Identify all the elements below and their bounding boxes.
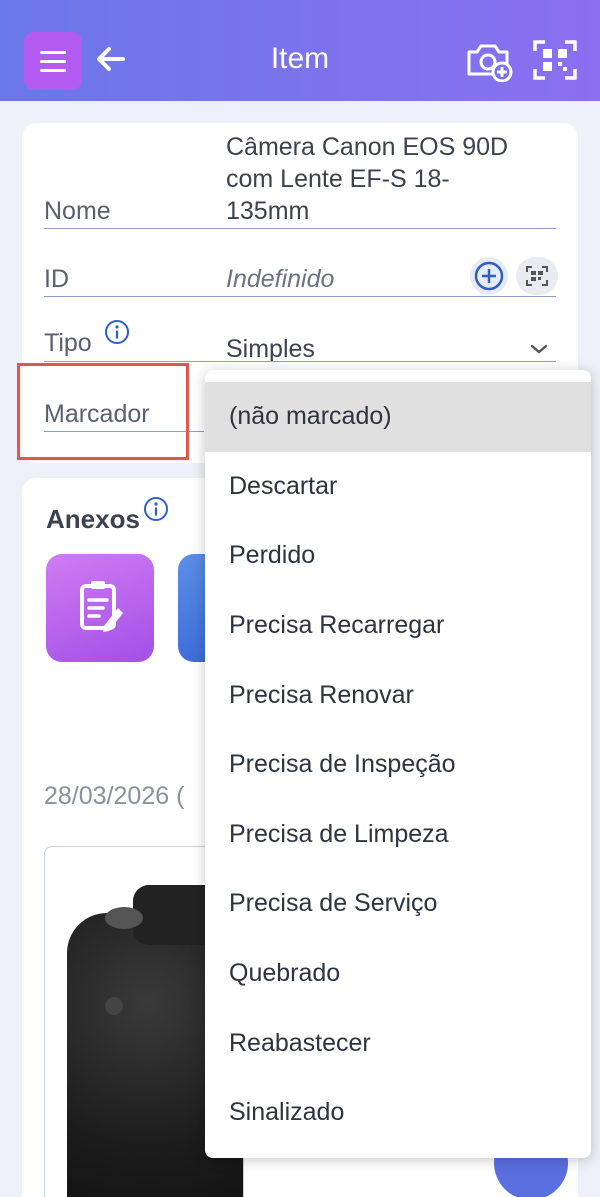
app-header: Item <box>0 0 600 101</box>
camera-add-icon[interactable] <box>464 38 514 82</box>
dropdown-option[interactable]: Precisa de Limpeza <box>205 800 591 870</box>
nome-value[interactable]: Câmera Canon EOS 90D com Lente EF-S 18-1… <box>226 131 526 227</box>
qr-scan-icon[interactable] <box>532 38 578 82</box>
anexos-title: Anexos <box>46 504 140 534</box>
anexos-info-icon[interactable] <box>143 496 169 522</box>
dropdown-option[interactable]: Quebrado <box>205 939 591 1009</box>
dropdown-option[interactable]: Precisa de Serviço <box>205 869 591 939</box>
marcador-highlight <box>17 363 189 460</box>
dropdown-option[interactable]: Precisa Renovar <box>205 660 591 730</box>
notes-tile[interactable] <box>46 554 154 662</box>
notes-icon <box>80 581 123 632</box>
tipo-select[interactable]: Simples <box>226 335 315 364</box>
id-value[interactable]: Indefinido <box>226 265 334 294</box>
id-underline <box>44 296 556 297</box>
dropdown-option[interactable]: Reabastecer <box>205 1008 591 1078</box>
dropdown-option[interactable]: Descartar <box>205 452 591 522</box>
add-id-icon[interactable] <box>470 257 508 295</box>
dropdown-option[interactable]: Precisa Recarregar <box>205 591 591 661</box>
marcador-dropdown-menu: (não marcado) Descartar Perdido Precisa … <box>205 370 591 1158</box>
nome-underline <box>44 228 556 229</box>
dropdown-option[interactable]: (não marcado) <box>205 382 591 452</box>
attachment-date: 28/03/2026 ( <box>44 782 185 810</box>
dropdown-option[interactable]: Sinalizado <box>205 1078 591 1148</box>
dropdown-option[interactable]: Precisa de Inspeção <box>205 730 591 800</box>
scan-id-icon[interactable] <box>516 257 558 295</box>
tipo-label: Tipo <box>44 329 92 357</box>
nome-label: Nome <box>44 197 111 225</box>
id-label: ID <box>44 265 69 293</box>
dropdown-option[interactable]: Perdido <box>205 521 591 591</box>
tipo-info-icon[interactable] <box>104 319 130 345</box>
tipo-underline <box>44 361 556 362</box>
chevron-down-icon[interactable] <box>528 341 550 357</box>
